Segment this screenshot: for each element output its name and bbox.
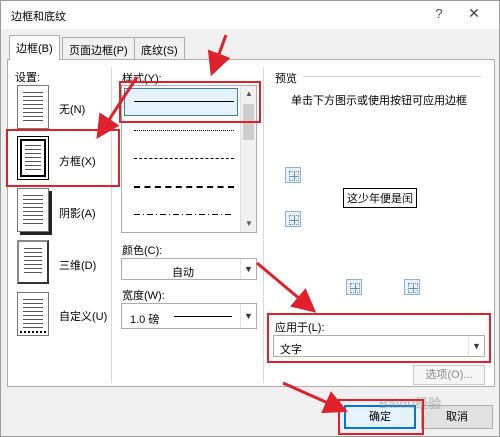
borders-shading-dialog: 边框和底纹 ? ✕ 边框(B) 页面边框(P) 底纹(S) 设置: 无(N) 方…: [0, 0, 500, 437]
preview-sample-text: 这少年便是闰: [343, 188, 417, 208]
color-select[interactable]: 自动 ▼: [121, 258, 257, 280]
divider: [111, 67, 112, 383]
style-item-dashed[interactable]: [134, 186, 234, 188]
preview-separator: [303, 76, 481, 77]
top-border-icon[interactable]: [285, 167, 301, 183]
chevron-down-icon: ▼: [240, 304, 256, 328]
chevron-down-icon: ▼: [240, 259, 256, 279]
setting-custom-icon: [17, 292, 49, 336]
window-title: 边框和底纹: [11, 11, 66, 23]
annotation-box-apply: [267, 313, 491, 363]
close-button[interactable]: ✕: [463, 5, 485, 25]
preview-hint: 单击下方图示或使用按钮可应用边框: [291, 95, 467, 107]
annotation-box-style: [119, 81, 261, 123]
tab-borders[interactable]: 边框(B): [9, 35, 60, 60]
width-value: 1.0 磅: [130, 314, 160, 326]
setting-shadow-label: 阴影(A): [59, 208, 96, 220]
annotation-box-setting: [6, 129, 120, 187]
tab-page-border[interactable]: 页面边框(P): [62, 37, 135, 59]
setting-3d-icon: [17, 240, 49, 284]
setting-custom-label: 自定义(U): [59, 311, 108, 323]
right-border-icon[interactable]: [404, 279, 420, 295]
tab-page-border-label: 页面边框(P): [69, 45, 128, 57]
setting-none-label: 无(N): [59, 104, 86, 116]
width-sample-line: [174, 316, 232, 317]
left-border-icon[interactable]: [346, 279, 362, 295]
bottom-border-icon[interactable]: [285, 211, 301, 227]
preview-label: 预览: [275, 73, 297, 85]
help-button[interactable]: ?: [429, 6, 449, 24]
width-label: 宽度(W):: [122, 290, 165, 302]
options-button[interactable]: 选项(O)...: [413, 365, 485, 385]
title-bar: 边框和底纹 ? ✕: [1, 1, 499, 29]
style-item-dash-dot[interactable]: [134, 214, 234, 215]
tab-borders-label: 边框(B): [16, 43, 53, 55]
divider: [263, 67, 264, 383]
style-item-dotted[interactable]: [134, 130, 234, 131]
annotation-box-ok: [338, 399, 424, 435]
setting-none-icon: [17, 85, 49, 129]
tab-shading-label: 底纹(S): [141, 45, 178, 57]
tab-shading[interactable]: 底纹(S): [134, 37, 185, 59]
color-label: 颜色(C):: [122, 245, 163, 257]
settings-heading: 设置:: [15, 72, 41, 84]
scroll-down-icon[interactable]: ▼: [241, 216, 257, 232]
color-value: 自动: [172, 267, 194, 279]
setting-3d-label: 三维(D): [59, 260, 97, 272]
width-select[interactable]: 1.0 磅 ▼: [121, 303, 257, 329]
style-item-dashed-small[interactable]: [134, 158, 234, 159]
setting-shadow-icon: [17, 188, 49, 232]
